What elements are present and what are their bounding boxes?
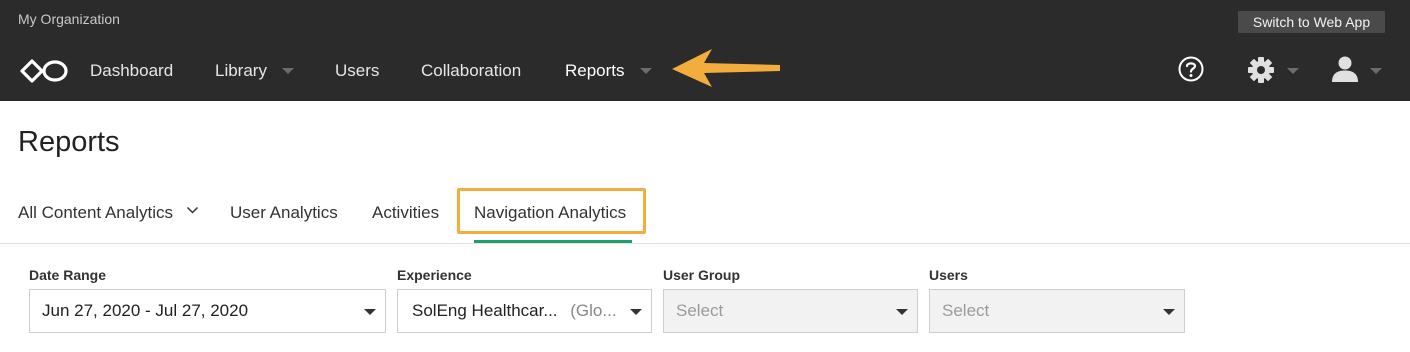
user-chevron-down-icon[interactable] xyxy=(1370,68,1382,74)
date-range-value: Jun 27, 2020 - Jul 27, 2020 xyxy=(42,301,249,320)
date-range-label: Date Range xyxy=(29,267,107,283)
user-group-label: User Group xyxy=(663,267,741,283)
tab-navigation-analytics[interactable]: Navigation Analytics xyxy=(474,203,626,223)
chevron-down-icon[interactable] xyxy=(186,205,199,215)
experience-label: Experience xyxy=(397,267,472,283)
experience-scope: (Glo... xyxy=(570,301,617,320)
top-navbar: My Organization Switch to Web App Dashbo… xyxy=(0,0,1410,101)
date-range-select[interactable]: Jun 27, 2020 - Jul 27, 2020 xyxy=(29,289,386,333)
switch-to-web-app-button[interactable]: Switch to Web App xyxy=(1238,11,1385,33)
experience-select[interactable]: SolEng Healthcar... (Glo... xyxy=(397,289,652,333)
users-label: Users xyxy=(929,267,968,283)
arrow-annotation-icon xyxy=(672,49,780,87)
tabs-divider xyxy=(0,243,1410,244)
tab-activities[interactable]: Activities xyxy=(372,203,439,223)
users-select[interactable]: Select xyxy=(929,289,1185,333)
nav-library[interactable]: Library xyxy=(215,61,267,81)
nav-reports[interactable]: Reports xyxy=(565,61,625,81)
page-title: Reports xyxy=(18,126,120,158)
logo-icon[interactable] xyxy=(18,57,70,85)
user-group-placeholder: Select xyxy=(676,301,724,320)
library-chevron-down-icon[interactable] xyxy=(282,68,294,74)
users-placeholder: Select xyxy=(942,301,990,320)
reports-chevron-down-icon[interactable] xyxy=(640,68,652,74)
tab-all-content-analytics[interactable]: All Content Analytics xyxy=(18,203,173,223)
organization-name: My Organization xyxy=(18,11,120,27)
user-group-select[interactable]: Select xyxy=(663,289,918,333)
chevron-down-icon xyxy=(1163,309,1175,315)
chevron-down-icon xyxy=(364,309,376,315)
user-icon[interactable] xyxy=(1330,55,1360,83)
nav-users[interactable]: Users xyxy=(335,61,379,81)
gear-icon[interactable] xyxy=(1246,55,1276,85)
nav-collaboration[interactable]: Collaboration xyxy=(421,61,521,81)
tab-user-analytics[interactable]: User Analytics xyxy=(230,203,338,223)
experience-value: SolEng Healthcar... xyxy=(412,301,558,320)
help-icon[interactable] xyxy=(1177,55,1205,83)
nav-dashboard[interactable]: Dashboard xyxy=(90,61,173,81)
chevron-down-icon xyxy=(630,309,642,315)
chevron-down-icon xyxy=(896,309,908,315)
settings-chevron-down-icon[interactable] xyxy=(1287,68,1299,74)
